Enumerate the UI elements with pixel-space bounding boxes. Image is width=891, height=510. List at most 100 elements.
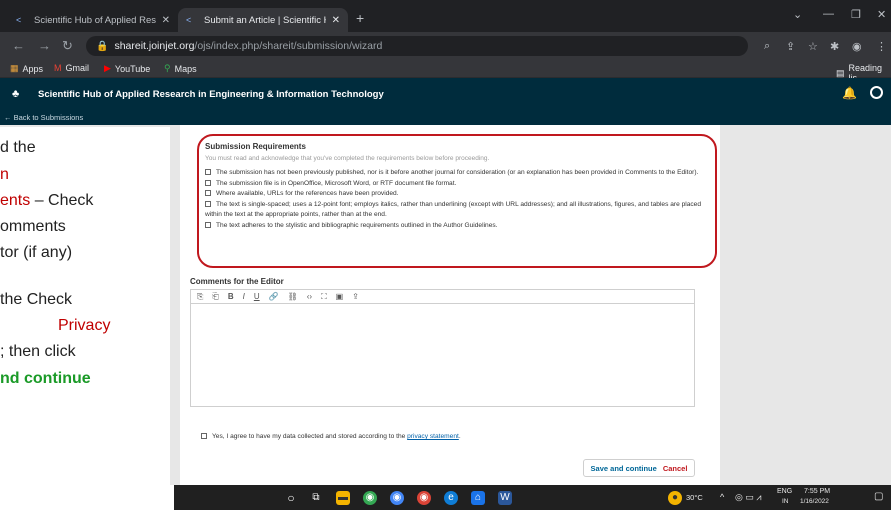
- privacy-agreement[interactable]: Yes, I agree to have my data collected a…: [201, 433, 461, 440]
- bookmark-label: Gmail: [65, 63, 90, 73]
- requirement-checkbox[interactable]: [205, 179, 211, 186]
- copy-icon[interactable]: ⎘: [197, 292, 203, 302]
- gmail-icon: M: [54, 63, 62, 73]
- lang-top[interactable]: ENG: [777, 488, 792, 495]
- close-window-icon[interactable]: ✕: [877, 8, 886, 21]
- upload-icon[interactable]: ⇪: [352, 292, 359, 301]
- back-to-submissions-link[interactable]: ← Back to Submissions: [4, 113, 83, 122]
- edge-icon[interactable]: e: [444, 491, 458, 505]
- chrome-alt-icon[interactable]: ◉: [417, 491, 431, 505]
- requirements-subtitle: You must read and acknowledge that you'v…: [205, 155, 490, 162]
- requirement-text: The submission file is in OpenOffice, Mi…: [216, 179, 457, 187]
- url-path: /ojs/index.php/shareit/submission/wizard: [194, 40, 383, 52]
- sitemap-icon[interactable]: ♣: [12, 88, 19, 100]
- zoom-icon[interactable]: ⌕: [764, 40, 770, 53]
- requirement-checkbox[interactable]: [205, 190, 211, 196]
- clock-date[interactable]: 1/16/2022: [800, 498, 829, 505]
- app-header: ♣ Scientific Hub of Applied Research in …: [0, 78, 891, 125]
- requirement-checkbox[interactable]: [205, 221, 211, 228]
- save-and-continue-button[interactable]: Save and continue: [591, 464, 657, 473]
- reload-icon[interactable]: ↻: [62, 38, 73, 54]
- maximize-icon[interactable]: ❐: [851, 8, 861, 21]
- underline-icon[interactable]: U: [254, 292, 260, 301]
- browser-tab-2[interactable]: < Submit an Article | Scientific Hub ✕: [178, 8, 348, 32]
- bookmark-youtube[interactable]: ▶ YouTube: [104, 63, 150, 74]
- tray-chevron-icon[interactable]: ^: [720, 492, 724, 502]
- fullscreen-icon[interactable]: ⛶: [321, 292, 327, 302]
- code-icon[interactable]: ‹›: [307, 292, 312, 301]
- extensions-icon[interactable]: ✱: [830, 40, 839, 53]
- paste-icon[interactable]: ⎗: [212, 292, 218, 302]
- requirement-text: The submission has not been previously p…: [216, 169, 699, 176]
- requirements-list: The submission has not been previously p…: [205, 168, 710, 231]
- lang-bottom[interactable]: IN: [782, 498, 789, 505]
- back-arrow-icon[interactable]: ←: [12, 38, 25, 53]
- comments-editor[interactable]: [190, 304, 695, 407]
- cancel-button[interactable]: Cancel: [663, 464, 688, 473]
- search-circle-icon[interactable]: ○: [284, 491, 298, 505]
- bold-icon[interactable]: B: [228, 292, 234, 301]
- share-page-icon[interactable]: ⇪: [786, 40, 795, 53]
- requirement-item[interactable]: The submission has not been previously p…: [205, 168, 710, 179]
- reading-list-icon: ▤: [836, 67, 845, 78]
- requirement-item[interactable]: The text is single-spaced; uses a 12-poi…: [205, 200, 710, 221]
- chevron-down-icon[interactable]: ⌄: [793, 8, 802, 21]
- site-title[interactable]: Scientific Hub of Applied Research in En…: [38, 89, 384, 100]
- weather-icon[interactable]: ●: [668, 491, 682, 505]
- windows-taskbar: ○ ⧉ ▬ ◉ ◉ ◉ e ⌂ W ● 30°C ^ ◎ ▭ ⩘ ENG IN …: [174, 485, 891, 510]
- share-icon: <: [16, 15, 22, 25]
- requirement-checkbox[interactable]: [205, 200, 211, 207]
- weather-temp: 30°C: [686, 493, 703, 502]
- tab-close-icon[interactable]: ✕: [162, 15, 170, 26]
- overlay-text: – Check: [30, 192, 94, 209]
- browser-tab-1[interactable]: < Scientific Hub of Applied Researc ✕: [8, 8, 178, 32]
- new-tab-button[interactable]: +: [356, 10, 364, 26]
- privacy-statement-link[interactable]: privacy statement: [407, 433, 459, 440]
- overlay-line: ; then click: [0, 343, 76, 360]
- bookmark-label: Maps: [174, 63, 197, 74]
- bell-icon[interactable]: 🔔: [842, 86, 857, 100]
- overlay-red-text: ents: [0, 192, 31, 209]
- requirement-checkbox[interactable]: [205, 169, 211, 175]
- file-explorer-icon[interactable]: ▬: [336, 491, 350, 505]
- url-host: shareit.joinjet.org: [114, 40, 195, 52]
- requirement-item[interactable]: The text adheres to the stylistic and bi…: [205, 221, 710, 232]
- privacy-checkbox[interactable]: [201, 433, 207, 439]
- image-icon[interactable]: ▣: [336, 292, 344, 301]
- profile-icon[interactable]: ◉: [852, 40, 862, 53]
- tray-icons[interactable]: ◎ ▭ ⩘: [735, 492, 761, 503]
- requirement-text: The text adheres to the stylistic and bi…: [216, 221, 498, 229]
- bookmark-gmail[interactable]: M Gmail: [54, 63, 89, 73]
- tab-close-icon[interactable]: ✕: [332, 15, 340, 26]
- overlay-line: tor (if any): [0, 244, 73, 261]
- user-avatar-icon[interactable]: [870, 86, 883, 99]
- bookmark-apps[interactable]: ▦ Apps: [10, 63, 43, 74]
- task-view-icon[interactable]: ⧉: [309, 491, 323, 505]
- tab-label: Scientific Hub of Applied Researc: [34, 14, 156, 26]
- chrome-icon[interactable]: ◉: [363, 491, 377, 505]
- italic-icon[interactable]: I: [243, 292, 245, 301]
- star-icon[interactable]: ☆: [808, 40, 818, 53]
- comments-title: Comments for the Editor: [190, 277, 284, 286]
- overlay-line: the Check: [0, 291, 73, 308]
- notification-icon[interactable]: ▢: [874, 491, 883, 502]
- requirement-text: The text is single-spaced; uses a 12-poi…: [205, 200, 702, 219]
- requirement-item[interactable]: Where available, URLs for the references…: [205, 189, 710, 200]
- word-icon[interactable]: W: [498, 491, 512, 505]
- chrome-profile-icon[interactable]: ◉: [390, 491, 404, 505]
- lock-icon: 🔒: [96, 40, 109, 52]
- overlay-line: nd continue: [0, 370, 91, 387]
- clock-time[interactable]: 7:55 PM: [804, 488, 830, 495]
- youtube-icon: ▶: [104, 63, 111, 73]
- minimize-icon[interactable]: —: [823, 8, 834, 20]
- forward-arrow-icon[interactable]: →: [38, 38, 51, 53]
- url-field[interactable]: 🔒 shareit.joinjet.org /ojs/index.php/sha…: [86, 36, 748, 56]
- link-icon[interactable]: 🔗: [269, 292, 279, 301]
- menu-icon[interactable]: ⋮: [876, 40, 887, 53]
- maps-pin-icon: ⚲: [164, 63, 171, 73]
- requirement-item[interactable]: The submission file is in OpenOffice, Mi…: [205, 179, 710, 190]
- bookmark-maps[interactable]: ⚲ Maps: [164, 63, 197, 74]
- overlay-line: omments: [0, 218, 66, 235]
- unlink-icon[interactable]: ⛓: [288, 292, 298, 301]
- store-icon[interactable]: ⌂: [471, 491, 485, 505]
